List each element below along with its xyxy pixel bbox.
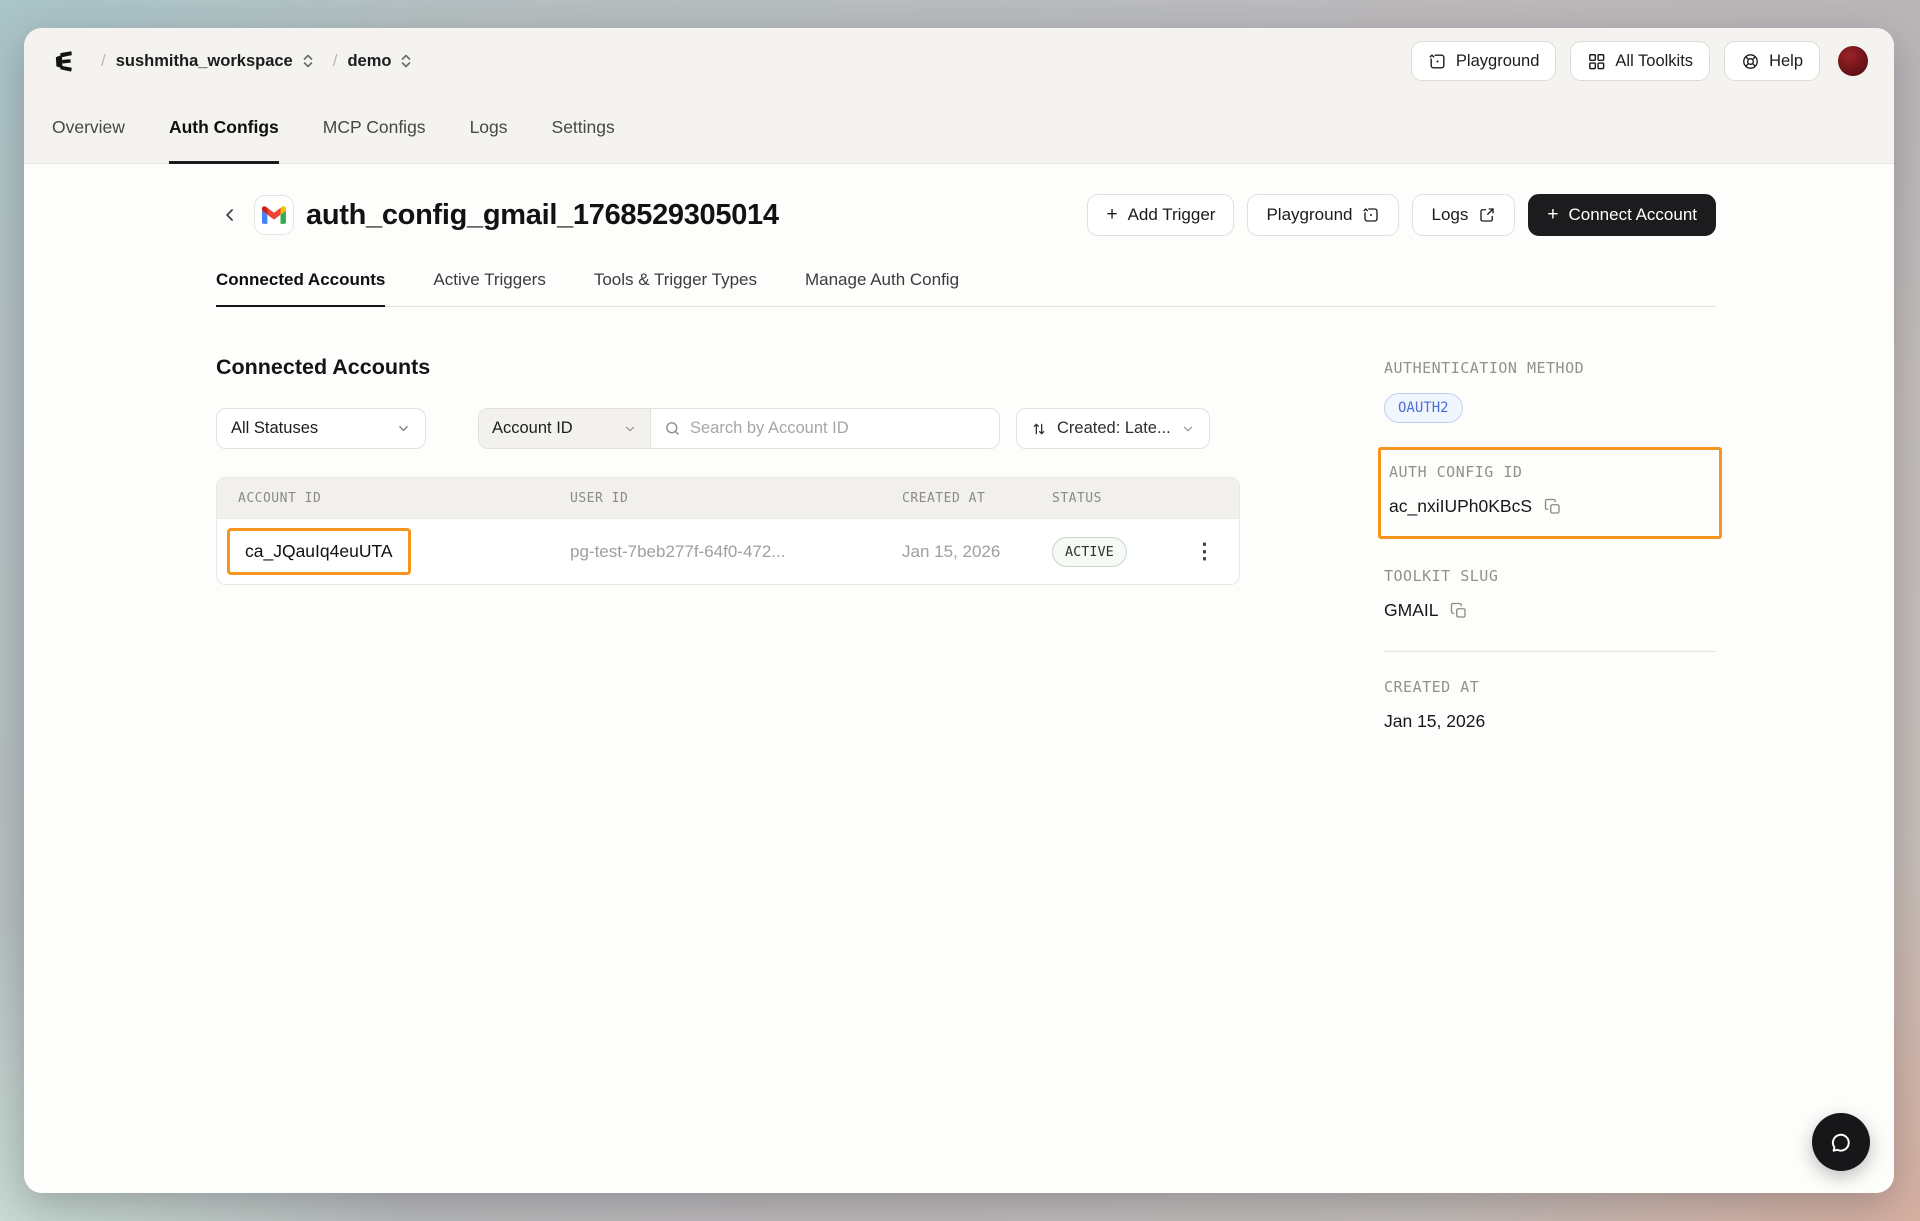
col-account-id: ACCOUNT ID [217, 491, 549, 506]
row-menu-kebab-icon[interactable]: ⋮ [1194, 541, 1239, 562]
panel-divider [1384, 651, 1716, 652]
breadcrumb-workspace[interactable]: sushmitha_workspace [116, 52, 293, 71]
panel-created-at-value: Jan 15, 2026 [1384, 711, 1485, 732]
playground-button-label: Playground [1456, 52, 1539, 71]
connect-account-label: Connect Account [1568, 205, 1697, 225]
page-title-row: auth_config_gmail_1768529305014 + Add Tr… [216, 194, 1716, 236]
logs-label: Logs [1431, 205, 1468, 225]
grid-icon [1587, 52, 1606, 71]
page-title: auth_config_gmail_1768529305014 [306, 199, 779, 232]
created-at-value: Jan 15, 2026 [881, 542, 1031, 562]
col-user-id: USER ID [549, 491, 881, 506]
sort-button[interactable]: Created: Late... [1016, 408, 1210, 449]
detail-sub-tabs: Connected Accounts Active Triggers Tools… [216, 270, 1716, 307]
search-icon [664, 420, 681, 437]
tab-auth-configs[interactable]: Auth Configs [169, 94, 279, 164]
subtab-connected-accounts[interactable]: Connected Accounts [216, 270, 385, 307]
user-avatar[interactable] [1838, 46, 1868, 76]
top-bar: / sushmitha_workspace / demo [24, 28, 1894, 94]
playground-button[interactable]: Playground [1411, 41, 1556, 81]
connected-accounts-table: ACCOUNT ID USER ID CREATED AT STATUS ca_… [216, 477, 1240, 585]
playground-icon [1428, 52, 1447, 71]
search-category-value: Account ID [492, 419, 573, 438]
subtab-manage-auth-config[interactable]: Manage Auth Config [805, 270, 959, 307]
add-trigger-button[interactable]: + Add Trigger [1087, 194, 1234, 236]
table-header: ACCOUNT ID USER ID CREATED AT STATUS [217, 478, 1239, 518]
auth-config-id-label: AUTH CONFIG ID [1389, 463, 1711, 481]
search-input[interactable] [690, 419, 986, 438]
tab-logs[interactable]: Logs [470, 94, 508, 164]
status-badge: ACTIVE [1052, 537, 1127, 567]
breadcrumb-slash: / [333, 51, 338, 71]
sort-value: Created: Late... [1057, 419, 1171, 438]
auth-config-id-value: ac_nxiIUPh0KBcS [1389, 496, 1532, 517]
plus-icon: + [1547, 204, 1558, 226]
header-actions: Playground All Toolkits [1411, 41, 1868, 81]
page-actions: + Add Trigger Playground [1087, 194, 1716, 236]
auth-config-id-highlight-box: AUTH CONFIG ID ac_nxiIUPh0KBcS [1378, 447, 1722, 539]
plus-icon: + [1106, 204, 1117, 226]
col-status: STATUS [1031, 491, 1181, 506]
sort-arrows-icon [1031, 421, 1047, 437]
filters-row: All Statuses Account ID [216, 408, 1240, 449]
support-chat-button[interactable] [1812, 1113, 1870, 1171]
chevron-down-icon [623, 422, 637, 436]
table-row[interactable]: ca_JQauIq4euUTA pg-test-7beb277f-64f0-47… [217, 518, 1239, 584]
playground-open-label: Playground [1266, 205, 1352, 225]
details-panel: AUTHENTICATION METHOD OAUTH2 AUTH CONFIG… [1384, 355, 1716, 732]
breadcrumb-project[interactable]: demo [347, 52, 391, 71]
breadcrumb-slash: / [101, 51, 106, 71]
composio-logo-icon[interactable] [50, 48, 77, 75]
logs-button[interactable]: Logs [1412, 194, 1515, 236]
user-id-value: pg-test-7beb277f-64f0-472... [549, 542, 881, 562]
project-switcher-icon[interactable] [399, 53, 413, 69]
chat-bubble-icon [1828, 1129, 1854, 1155]
toolkit-slug-label: TOOLKIT SLUG [1384, 567, 1716, 585]
app-header: / sushmitha_workspace / demo [24, 28, 1894, 164]
auth-method-badge: OAUTH2 [1384, 393, 1463, 423]
playground-icon [1362, 206, 1380, 224]
playground-open-button[interactable]: Playground [1247, 194, 1399, 236]
connected-accounts-section: Connected Accounts All Statuses Account … [216, 355, 1240, 732]
page-content: auth_config_gmail_1768529305014 + Add Tr… [24, 164, 1894, 1193]
external-link-icon [1478, 206, 1496, 224]
tab-overview[interactable]: Overview [52, 94, 125, 164]
search-box: Account ID [478, 408, 1000, 449]
tab-mcp-configs[interactable]: MCP Configs [323, 94, 426, 164]
help-lifebuoy-icon [1741, 52, 1760, 71]
status-filter-value: All Statuses [231, 419, 318, 438]
chevron-down-icon [1181, 422, 1195, 436]
account-id-highlighted[interactable]: ca_JQauIq4euUTA [227, 528, 411, 575]
connect-account-button[interactable]: + Connect Account [1528, 194, 1716, 236]
subtab-tools-trigger-types[interactable]: Tools & Trigger Types [594, 270, 757, 307]
status-filter-select[interactable]: All Statuses [216, 408, 426, 449]
gmail-toolkit-icon [254, 195, 294, 235]
panel-created-at-label: CREATED AT [1384, 678, 1716, 696]
col-created-at: CREATED AT [881, 491, 1031, 506]
search-category-select[interactable]: Account ID [479, 409, 651, 448]
main-nav-tabs: Overview Auth Configs MCP Configs Logs S… [24, 94, 1894, 164]
auth-method-label: AUTHENTICATION METHOD [1384, 359, 1716, 377]
all-toolkits-button-label: All Toolkits [1615, 52, 1693, 71]
chevron-down-icon [396, 421, 411, 436]
add-trigger-label: Add Trigger [1128, 205, 1216, 225]
help-button[interactable]: Help [1724, 41, 1820, 81]
section-heading: Connected Accounts [216, 355, 1240, 380]
subtab-active-triggers[interactable]: Active Triggers [433, 270, 545, 307]
workspace-switcher-icon[interactable] [301, 53, 315, 69]
copy-icon[interactable] [1450, 602, 1468, 620]
app-window: / sushmitha_workspace / demo [24, 28, 1894, 1193]
copy-icon[interactable] [1544, 498, 1562, 516]
back-button[interactable] [216, 201, 244, 229]
tab-settings[interactable]: Settings [552, 94, 615, 164]
all-toolkits-button[interactable]: All Toolkits [1570, 41, 1710, 81]
help-button-label: Help [1769, 52, 1803, 71]
toolkit-slug-value: GMAIL [1384, 600, 1438, 621]
